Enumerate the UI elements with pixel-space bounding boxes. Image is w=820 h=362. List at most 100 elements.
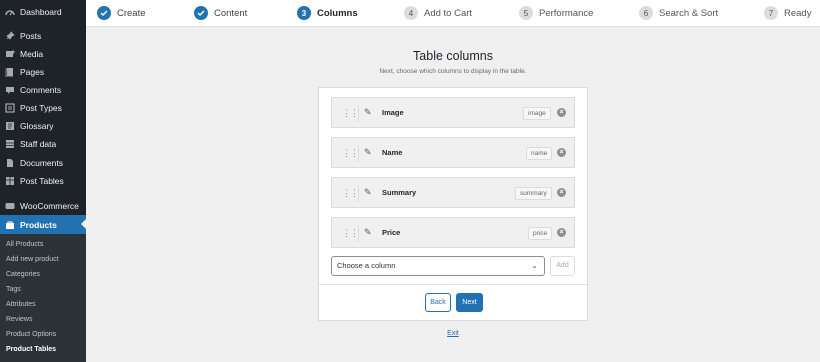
sidebar-item-label: Post Types bbox=[20, 102, 62, 113]
submenu-item-categories[interactable]: Categories bbox=[6, 271, 40, 278]
drag-handle-icon[interactable]: ⋮⋮ bbox=[342, 187, 359, 199]
step-label: Columns bbox=[317, 7, 358, 19]
column-name: Price bbox=[382, 228, 401, 237]
checkmark-icon bbox=[194, 6, 208, 20]
page-subtitle: Next, choose which columns to display in… bbox=[379, 68, 527, 75]
column-key-badge: image bbox=[523, 107, 551, 120]
submenu-item-all-products[interactable]: All Products bbox=[6, 241, 43, 248]
columns-card: ⋮⋮ ✎ Image image × ⋮⋮ ✎ Name name × ⋮⋮ ✎… bbox=[318, 87, 588, 321]
products-icon bbox=[5, 220, 15, 230]
sidebar-item-label: Products bbox=[20, 219, 57, 230]
edit-pencil-icon[interactable]: ✎ bbox=[364, 187, 372, 198]
select-value: Choose a column bbox=[337, 261, 396, 270]
pin-icon bbox=[5, 30, 15, 41]
dashboard-icon bbox=[5, 7, 15, 17]
glossary-icon bbox=[5, 121, 15, 131]
sidebar-item-label: Dashboard bbox=[20, 6, 62, 17]
column-key-badge: name bbox=[526, 147, 553, 160]
exit-link[interactable]: Exit bbox=[441, 330, 465, 337]
submenu-item-product-tables[interactable]: Product Tables bbox=[6, 346, 56, 353]
divider bbox=[358, 185, 359, 202]
woocommerce-icon bbox=[5, 201, 15, 211]
sidebar-item-staff-data[interactable]: Staff data bbox=[0, 135, 86, 152]
column-row[interactable]: ⋮⋮ ✎ Image image × bbox=[331, 97, 575, 128]
documents-icon bbox=[5, 158, 15, 168]
sidebar-item-label: WooCommerce bbox=[20, 200, 79, 211]
divider bbox=[358, 225, 359, 242]
checkmark-icon bbox=[97, 6, 111, 20]
drag-handle-icon[interactable]: ⋮⋮ bbox=[342, 107, 359, 119]
step-label: Performance bbox=[539, 7, 594, 19]
products-submenu: All Products Add new product Categories … bbox=[0, 234, 86, 362]
step-number: 6 bbox=[639, 6, 653, 20]
sidebar-item-comments[interactable]: Comments bbox=[0, 81, 86, 98]
sidebar-item-pages[interactable]: Pages bbox=[0, 63, 86, 80]
page-title: Table columns bbox=[413, 49, 493, 63]
submenu-item-add-new-product[interactable]: Add new product bbox=[6, 256, 59, 263]
step-create[interactable]: Create bbox=[97, 5, 146, 21]
submenu-item-reviews[interactable]: Reviews bbox=[6, 316, 32, 323]
step-performance[interactable]: 5 Performance bbox=[519, 5, 593, 21]
sidebar-item-label: Documents bbox=[20, 157, 63, 168]
post-types-icon bbox=[5, 102, 15, 113]
submenu-item-product-options[interactable]: Product Options bbox=[6, 331, 56, 338]
column-name: Image bbox=[382, 108, 404, 117]
edit-pencil-icon[interactable]: ✎ bbox=[364, 147, 372, 158]
step-label: Create bbox=[117, 7, 146, 19]
divider bbox=[358, 105, 359, 122]
card-divider bbox=[319, 284, 587, 285]
sidebar-item-glossary[interactable]: Glossary bbox=[0, 117, 86, 134]
step-label: Content bbox=[214, 7, 248, 19]
chevron-down-icon: ⌄ bbox=[531, 261, 538, 270]
sidebar-item-post-types[interactable]: Post Types bbox=[0, 99, 86, 116]
column-row[interactable]: ⋮⋮ ✎ Name name × bbox=[331, 137, 575, 168]
sidebar-item-dashboard[interactable]: Dashboard bbox=[0, 3, 86, 20]
remove-column-icon[interactable]: × bbox=[557, 148, 566, 157]
sidebar-item-media[interactable]: Media bbox=[0, 45, 86, 62]
remove-column-icon[interactable]: × bbox=[557, 228, 566, 237]
remove-column-icon[interactable]: × bbox=[557, 108, 566, 117]
submenu-item-attributes[interactable]: Attributes bbox=[6, 301, 36, 308]
step-search-sort[interactable]: 6 Search & Sort bbox=[639, 5, 718, 21]
column-name: Summary bbox=[382, 188, 417, 197]
table-icon bbox=[5, 176, 15, 186]
column-row[interactable]: ⋮⋮ ✎ Summary summary × bbox=[331, 177, 575, 208]
staff-icon bbox=[5, 139, 15, 149]
pages-icon bbox=[5, 67, 15, 77]
step-number: 3 bbox=[297, 6, 311, 20]
sidebar-item-label: Post Tables bbox=[20, 175, 64, 186]
sidebar-item-label: Glossary bbox=[20, 120, 54, 131]
sidebar-item-post-tables[interactable]: Post Tables bbox=[0, 172, 86, 189]
column-key-badge: summary bbox=[515, 187, 552, 200]
back-button[interactable]: Back bbox=[425, 293, 451, 312]
step-content[interactable]: Content bbox=[194, 5, 247, 21]
choose-column-select[interactable]: Choose a column ⌄ bbox=[331, 256, 545, 276]
add-column-button[interactable]: Add bbox=[550, 256, 575, 276]
sidebar-item-label: Staff data bbox=[20, 138, 57, 149]
column-key-badge: price bbox=[528, 227, 553, 240]
column-name: Name bbox=[382, 148, 403, 157]
edit-pencil-icon[interactable]: ✎ bbox=[364, 227, 372, 238]
sidebar-item-woocommerce[interactable]: WooCommerce bbox=[0, 197, 86, 214]
media-icon bbox=[5, 49, 15, 59]
drag-handle-icon[interactable]: ⋮⋮ bbox=[342, 227, 359, 239]
step-add-to-cart[interactable]: 4 Add to Cart bbox=[404, 5, 472, 21]
next-button[interactable]: Next bbox=[456, 293, 483, 312]
submenu-item-tags[interactable]: Tags bbox=[6, 286, 21, 293]
column-row[interactable]: ⋮⋮ ✎ Price price × bbox=[331, 217, 575, 248]
sidebar-item-documents[interactable]: Documents bbox=[0, 154, 86, 171]
step-number: 4 bbox=[404, 6, 418, 20]
step-columns[interactable]: 3 Columns bbox=[297, 5, 358, 21]
edit-pencil-icon[interactable]: ✎ bbox=[364, 107, 372, 118]
drag-handle-icon[interactable]: ⋮⋮ bbox=[342, 147, 359, 159]
sidebar-item-products[interactable]: Products bbox=[0, 215, 86, 234]
remove-column-icon[interactable]: × bbox=[557, 188, 566, 197]
step-label: Add to Cart bbox=[424, 7, 473, 19]
divider bbox=[358, 145, 359, 162]
step-ready[interactable]: 7 Ready bbox=[764, 5, 811, 21]
sidebar-item-label: Pages bbox=[20, 66, 45, 77]
step-number: 7 bbox=[764, 6, 778, 20]
sidebar-item-posts[interactable]: Posts bbox=[0, 27, 86, 44]
step-label: Ready bbox=[784, 7, 812, 19]
sidebar-item-label: Media bbox=[20, 48, 44, 59]
